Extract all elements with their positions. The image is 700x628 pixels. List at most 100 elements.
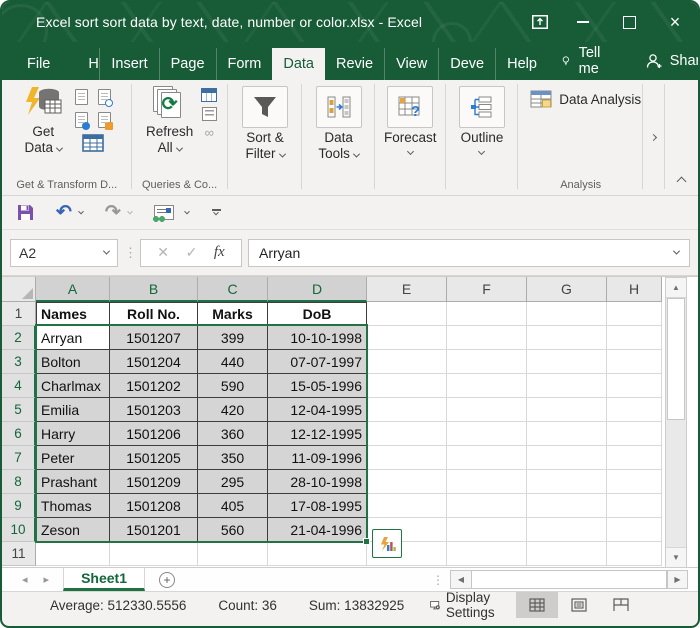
insert-function-button[interactable]: fx	[214, 244, 225, 261]
cell-G6[interactable]	[527, 422, 607, 446]
cell-E2[interactable]	[367, 326, 447, 350]
ribbon-more-button[interactable]	[643, 80, 665, 195]
cell-C1[interactable]: Marks	[198, 302, 268, 326]
cell-G4[interactable]	[527, 374, 607, 398]
cell-B10[interactable]: 1501201	[110, 518, 198, 542]
row-header-4[interactable]: 4	[2, 374, 36, 398]
quick-analysis-button[interactable]	[372, 529, 402, 558]
cell-E9[interactable]	[367, 494, 447, 518]
sort-filter-button[interactable]: Sort & Filter	[238, 84, 292, 189]
cell-A4[interactable]: Charlmax	[36, 374, 110, 398]
tab-home[interactable]: Home	[77, 48, 99, 80]
redo-button[interactable]: ↷	[100, 199, 137, 226]
cell-G5[interactable]	[527, 398, 607, 422]
properties-icon[interactable]	[202, 107, 217, 121]
cell-E6[interactable]	[367, 422, 447, 446]
row-header-1[interactable]: 1	[2, 302, 36, 326]
prev-sheet-button[interactable]: ◂	[22, 573, 28, 586]
from-text-csv-icon[interactable]	[71, 87, 91, 107]
cell-A3[interactable]: Bolton	[36, 350, 110, 374]
row-header-5[interactable]: 5	[2, 398, 36, 422]
sheet-tab-sheet1[interactable]: Sheet1	[63, 568, 145, 591]
cell-C9[interactable]: 405	[198, 494, 268, 518]
enter-button[interactable]: ✓	[186, 244, 198, 261]
row-header-6[interactable]: 6	[2, 422, 36, 446]
cell-B5[interactable]: 1501203	[110, 398, 198, 422]
cell-B9[interactable]: 1501208	[110, 494, 198, 518]
cell-F3[interactable]	[447, 350, 527, 374]
cell-H9[interactable]	[607, 494, 662, 518]
scroll-down-button[interactable]: ▼	[666, 547, 686, 567]
cell-D1[interactable]: DoB	[268, 302, 367, 326]
cell-H3[interactable]	[607, 350, 662, 374]
cell-C2[interactable]: 399	[198, 326, 268, 350]
display-settings-button[interactable]: Display Settings	[420, 590, 516, 620]
column-header-h[interactable]: H	[607, 277, 662, 302]
cell-D2[interactable]: 10-10-1998	[268, 326, 367, 350]
cell-G10[interactable]	[527, 518, 607, 542]
cell-H7[interactable]	[607, 446, 662, 470]
cell-C8[interactable]: 295	[198, 470, 268, 494]
cell-B3[interactable]: 1501204	[110, 350, 198, 374]
queries-connections-icon[interactable]	[201, 88, 217, 102]
cell-B1[interactable]: Roll No.	[110, 302, 198, 326]
get-data-button[interactable]: Get Data	[19, 84, 67, 177]
cell-C3[interactable]: 440	[198, 350, 268, 374]
column-header-c[interactable]: C	[198, 277, 268, 302]
horizontal-scrollbar[interactable]: ◀ ▶	[450, 570, 688, 589]
cell-F10[interactable]	[447, 518, 527, 542]
cell-F7[interactable]	[447, 446, 527, 470]
cell-C4[interactable]: 590	[198, 374, 268, 398]
cell-D11[interactable]	[268, 542, 367, 566]
tab-scroll-handle[interactable]: ⋮	[426, 568, 450, 591]
scroll-right-button[interactable]: ▶	[667, 571, 687, 588]
cell-D7[interactable]: 11-09-1996	[268, 446, 367, 470]
cell-B2[interactable]: 1501207	[110, 326, 198, 350]
cell-F1[interactable]	[447, 302, 527, 326]
cell-B11[interactable]	[110, 542, 198, 566]
cell-E8[interactable]	[367, 470, 447, 494]
tab-file[interactable]: File	[16, 48, 61, 80]
cell-F11[interactable]	[447, 542, 527, 566]
cell-A9[interactable]: Thomas	[36, 494, 110, 518]
cell-D6[interactable]: 12-12-1995	[268, 422, 367, 446]
customize-qat-button[interactable]	[206, 205, 227, 220]
column-header-f[interactable]: F	[447, 277, 527, 302]
row-header-3[interactable]: 3	[2, 350, 36, 374]
refresh-all-button[interactable]: ⟳ Refresh All	[142, 84, 197, 177]
cell-E7[interactable]	[367, 446, 447, 470]
cell-C6[interactable]: 360	[198, 422, 268, 446]
tell-me-button[interactable]: Tell me	[548, 45, 620, 77]
cell-G9[interactable]	[527, 494, 607, 518]
cell-F4[interactable]	[447, 374, 527, 398]
column-header-a[interactable]: A	[36, 277, 110, 302]
cell-A1[interactable]: Names	[36, 302, 110, 326]
tab-insert[interactable]: Insert	[99, 48, 158, 80]
save-button[interactable]	[12, 200, 39, 225]
vertical-scrollbar-thumb[interactable]	[667, 298, 685, 420]
cell-F6[interactable]	[447, 422, 527, 446]
tab-help[interactable]: Help	[495, 48, 548, 80]
column-header-e[interactable]: E	[367, 277, 447, 302]
cell-D4[interactable]: 15-05-1996	[268, 374, 367, 398]
cell-F8[interactable]	[447, 470, 527, 494]
cell-H1[interactable]	[607, 302, 662, 326]
existing-connections-icon[interactable]	[94, 110, 114, 130]
share-button[interactable]: Share	[620, 53, 700, 69]
tab-data[interactable]: Data	[272, 48, 325, 80]
row-header-2[interactable]: 2	[2, 326, 36, 350]
cell-H4[interactable]	[607, 374, 662, 398]
scroll-up-button[interactable]: ▲	[666, 278, 686, 298]
cell-C10[interactable]: 560	[198, 518, 268, 542]
cell-E3[interactable]	[367, 350, 447, 374]
cell-D9[interactable]: 17-08-1995	[268, 494, 367, 518]
cell-G11[interactable]	[527, 542, 607, 566]
tab-review[interactable]: Revie	[325, 48, 384, 80]
data-analysis-button[interactable]: Data Analysis	[520, 84, 641, 108]
from-web-icon[interactable]	[71, 110, 91, 130]
qat-custom-button[interactable]	[149, 201, 194, 224]
cell-H6[interactable]	[607, 422, 662, 446]
cell-F9[interactable]	[447, 494, 527, 518]
cell-G7[interactable]	[527, 446, 607, 470]
close-button[interactable]: ×	[652, 2, 698, 42]
